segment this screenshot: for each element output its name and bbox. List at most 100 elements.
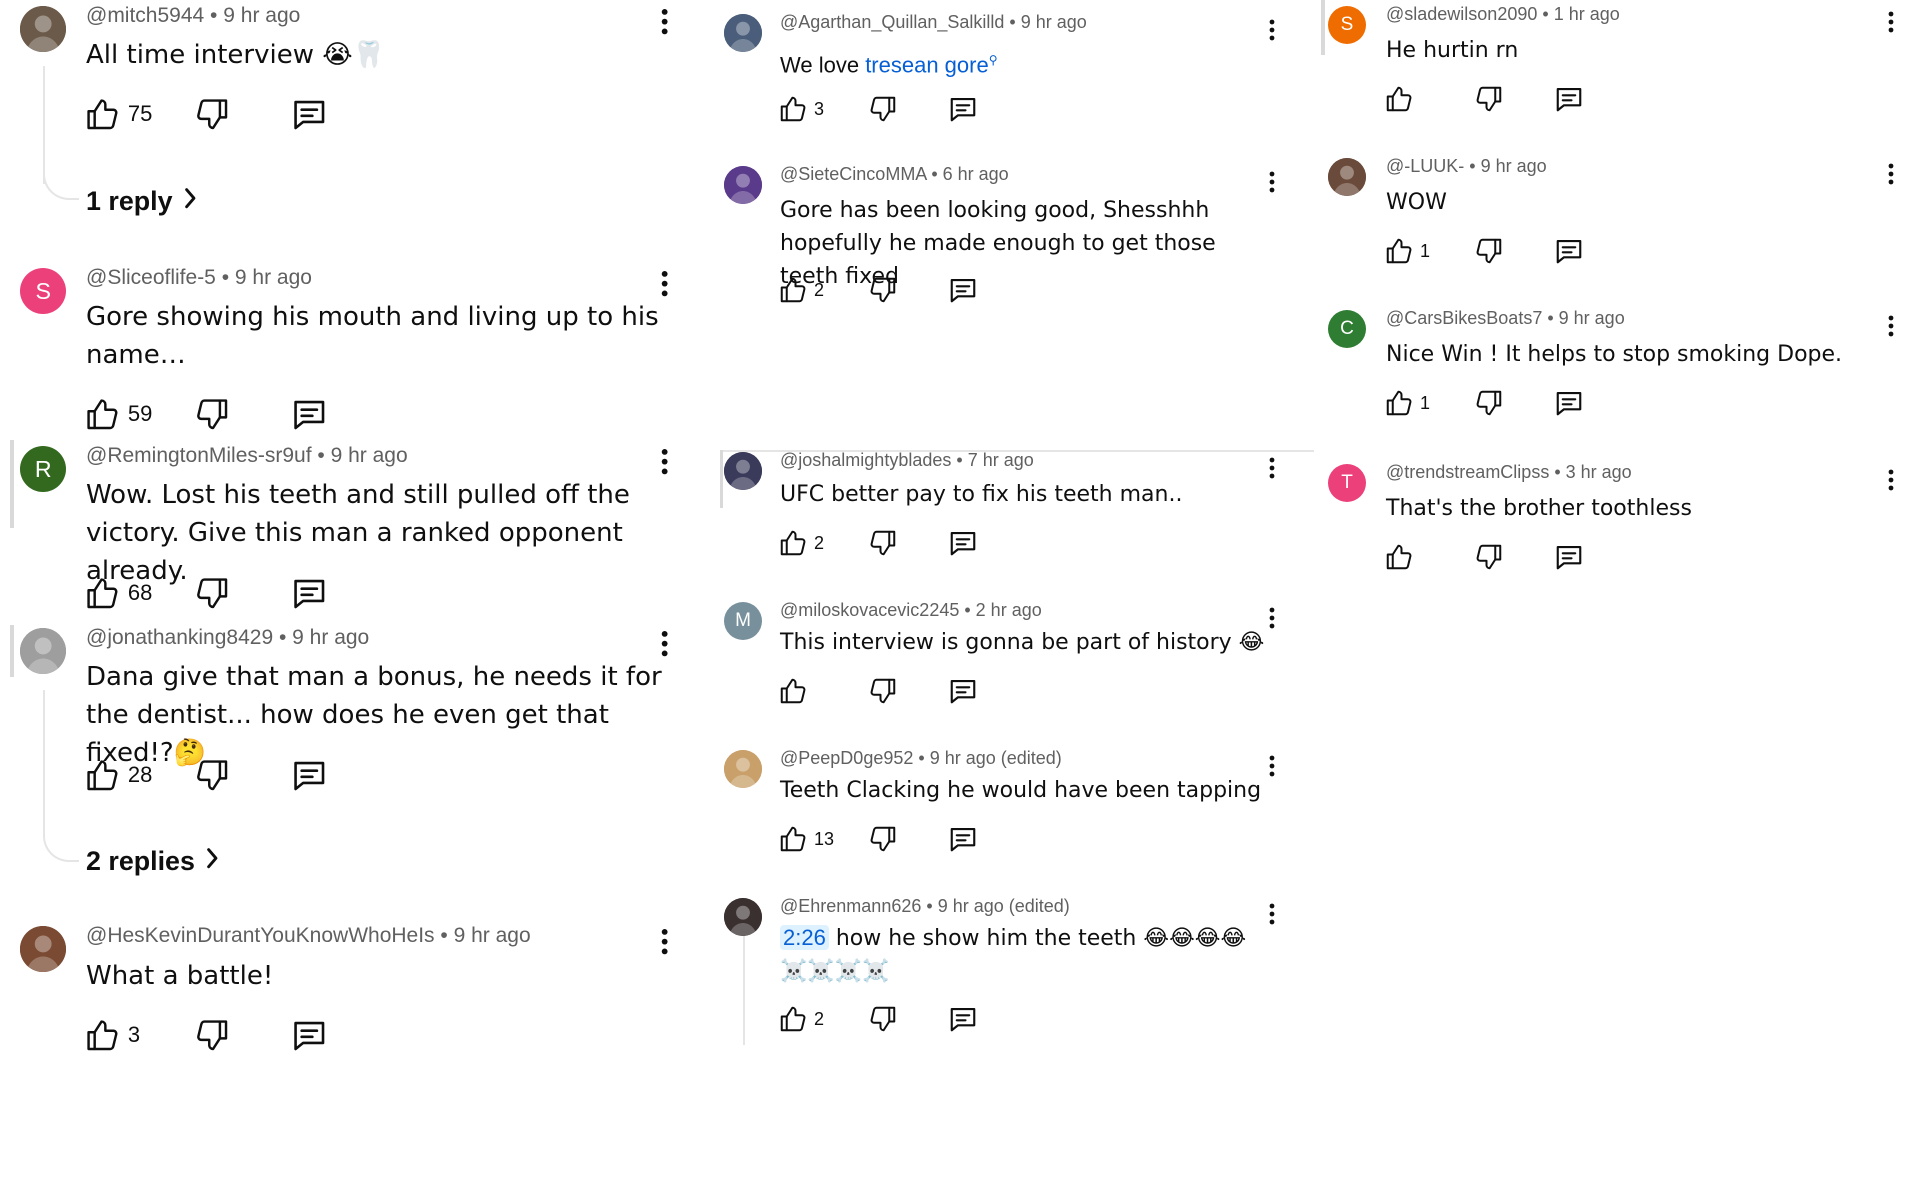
like-button[interactable]: 68 bbox=[84, 575, 194, 612]
view-replies-link[interactable]: 1 reply bbox=[86, 186, 197, 217]
more-vert-icon[interactable] bbox=[1876, 154, 1906, 194]
avatar[interactable] bbox=[20, 628, 67, 675]
more-vert-icon[interactable] bbox=[650, 2, 680, 42]
reply-button[interactable] bbox=[1554, 542, 1584, 572]
avatar[interactable] bbox=[724, 166, 762, 204]
reply-button[interactable] bbox=[1554, 84, 1584, 114]
more-vert-icon[interactable] bbox=[650, 264, 680, 304]
avatar[interactable] bbox=[724, 898, 762, 936]
comment-author[interactable]: @sladewilson2090 bbox=[1386, 4, 1537, 24]
like-button[interactable]: 2 bbox=[778, 528, 868, 558]
reply-button[interactable] bbox=[291, 1017, 328, 1054]
reply-button[interactable] bbox=[948, 94, 978, 124]
more-vert-icon[interactable] bbox=[1876, 306, 1906, 346]
timestamp-link[interactable]: 2:26 bbox=[780, 925, 829, 950]
like-button[interactable]: 75 bbox=[84, 96, 194, 133]
comment-time[interactable]: 3 hr ago bbox=[1566, 462, 1632, 482]
avatar[interactable]: R bbox=[20, 446, 67, 493]
comment-time[interactable]: 9 hr ago bbox=[1559, 308, 1625, 328]
reply-button[interactable] bbox=[948, 824, 978, 854]
more-vert-icon[interactable] bbox=[1876, 2, 1906, 42]
view-replies-link[interactable]: 2 replies bbox=[86, 846, 220, 877]
dislike-button[interactable] bbox=[868, 824, 948, 854]
like-button[interactable]: 3 bbox=[778, 94, 868, 124]
dislike-button[interactable] bbox=[868, 676, 948, 706]
more-vert-icon[interactable] bbox=[1876, 460, 1906, 500]
more-vert-icon[interactable] bbox=[650, 442, 680, 482]
like-button[interactable]: 3 bbox=[84, 1017, 194, 1054]
comment-time[interactable]: 9 hr ago bbox=[223, 4, 300, 27]
reply-button[interactable] bbox=[1554, 236, 1584, 266]
comment-author[interactable]: @jonathanking8429 bbox=[86, 626, 273, 649]
reply-button[interactable] bbox=[948, 528, 978, 558]
reply-button[interactable] bbox=[291, 575, 328, 612]
comment-time[interactable]: 9 hr ago (edited) bbox=[930, 748, 1062, 768]
dislike-button[interactable] bbox=[194, 575, 292, 612]
like-button[interactable]: 2 bbox=[778, 1004, 868, 1034]
more-vert-icon[interactable] bbox=[1257, 894, 1287, 934]
avatar[interactable] bbox=[724, 452, 762, 490]
dislike-button[interactable] bbox=[194, 96, 292, 133]
comment-time[interactable]: 9 hr ago bbox=[1481, 156, 1547, 176]
dislike-button[interactable] bbox=[868, 1004, 948, 1034]
comment-author[interactable]: @joshalmightyblades bbox=[780, 450, 951, 470]
comment-time[interactable]: 9 hr ago bbox=[331, 444, 408, 467]
more-vert-icon[interactable] bbox=[1257, 10, 1287, 50]
dislike-button[interactable] bbox=[194, 1017, 292, 1054]
dislike-button[interactable] bbox=[868, 275, 948, 305]
like-button[interactable] bbox=[1384, 84, 1474, 114]
more-vert-icon[interactable] bbox=[650, 922, 680, 962]
reply-button[interactable] bbox=[1554, 388, 1584, 418]
avatar[interactable] bbox=[20, 6, 67, 53]
comment-time[interactable]: 9 hr ago bbox=[235, 266, 312, 289]
dislike-button[interactable] bbox=[868, 528, 948, 558]
like-button[interactable]: 1 bbox=[1384, 236, 1474, 266]
hashtag-link[interactable]: tresean gore bbox=[865, 52, 989, 77]
comment-time[interactable]: 1 hr ago bbox=[1554, 4, 1620, 24]
avatar[interactable] bbox=[1328, 158, 1366, 196]
more-vert-icon[interactable] bbox=[1257, 598, 1287, 638]
like-button[interactable]: 1 bbox=[1384, 388, 1474, 418]
comment-author[interactable]: @RemingtonMiles-sr9uf bbox=[86, 444, 312, 467]
dislike-button[interactable] bbox=[194, 396, 292, 433]
comment-author[interactable]: @-LUUK- bbox=[1386, 156, 1464, 176]
more-vert-icon[interactable] bbox=[1257, 162, 1287, 202]
dislike-button[interactable] bbox=[1474, 236, 1554, 266]
dislike-button[interactable] bbox=[868, 94, 948, 124]
avatar[interactable]: T bbox=[1328, 464, 1366, 502]
dislike-button[interactable] bbox=[194, 757, 292, 794]
comment-time[interactable]: 9 hr ago bbox=[1021, 12, 1087, 32]
comment-author[interactable]: @Ehrenmann626 bbox=[780, 896, 921, 916]
comment-time[interactable]: 9 hr ago (edited) bbox=[938, 896, 1070, 916]
dislike-button[interactable] bbox=[1474, 84, 1554, 114]
avatar[interactable] bbox=[724, 14, 762, 52]
dislike-button[interactable] bbox=[1474, 542, 1554, 572]
more-vert-icon[interactable] bbox=[650, 624, 680, 664]
comment-author[interactable]: @trendstreamClipss bbox=[1386, 462, 1549, 482]
avatar[interactable]: C bbox=[1328, 310, 1366, 348]
comment-author[interactable]: @mitch5944 bbox=[86, 4, 204, 27]
reply-button[interactable] bbox=[291, 757, 328, 794]
avatar[interactable]: M bbox=[724, 602, 762, 640]
comment-time[interactable]: 9 hr ago bbox=[454, 924, 531, 947]
avatar[interactable]: S bbox=[1328, 6, 1366, 44]
like-button[interactable]: 28 bbox=[84, 757, 194, 794]
comment-author[interactable]: @PeepD0ge952 bbox=[780, 748, 913, 768]
comment-time[interactable]: 9 hr ago bbox=[292, 626, 369, 649]
like-button[interactable]: 59 bbox=[84, 396, 194, 433]
reply-button[interactable] bbox=[291, 96, 328, 133]
comment-author[interactable]: @CarsBikesBoats7 bbox=[1386, 308, 1542, 328]
like-button[interactable] bbox=[778, 676, 868, 706]
avatar[interactable] bbox=[20, 926, 67, 973]
like-button[interactable]: 2 bbox=[778, 275, 868, 305]
comment-time[interactable]: 2 hr ago bbox=[976, 600, 1042, 620]
comment-author[interactable]: @miloskovacevic2245 bbox=[780, 600, 959, 620]
like-button[interactable] bbox=[1384, 542, 1474, 572]
reply-button[interactable] bbox=[291, 396, 328, 433]
avatar[interactable] bbox=[724, 750, 762, 788]
comment-author[interactable]: @HesKevinDurantYouKnowWhoHeIs bbox=[86, 924, 435, 947]
like-button[interactable]: 13 bbox=[778, 824, 868, 854]
comment-time[interactable]: 6 hr ago bbox=[943, 164, 1009, 184]
more-vert-icon[interactable] bbox=[1257, 448, 1287, 488]
comment-author[interactable]: @Sliceoflife-5 bbox=[86, 266, 216, 289]
